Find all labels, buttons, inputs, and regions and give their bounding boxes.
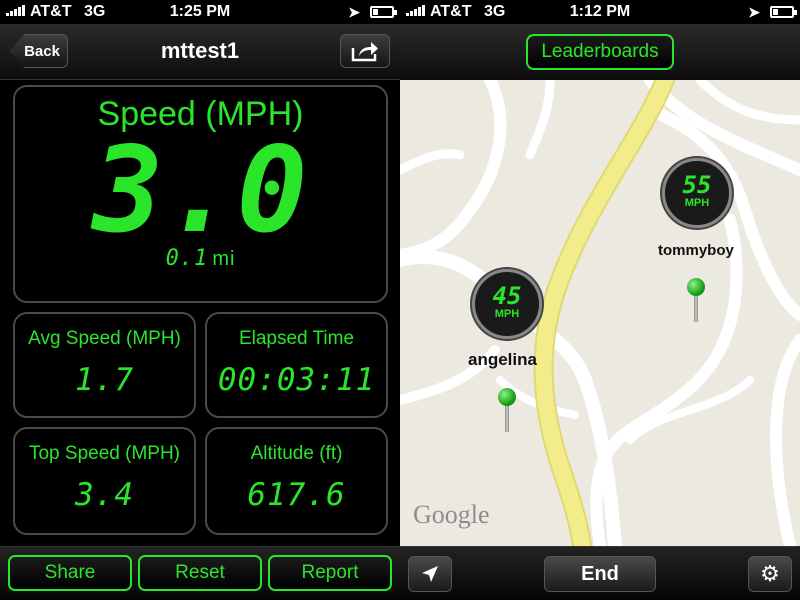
map-toolbar: End ⚙ — [400, 546, 800, 600]
gear-icon: ⚙ — [760, 561, 780, 586]
rider-speed-unit: MPH — [684, 197, 710, 209]
map-provider-logo: Google — [413, 500, 490, 529]
speed-panel: Speed (MPH) 3.0 0.1 mi — [13, 85, 388, 303]
elapsed-time-panel: Elapsed Time 00:03:11 — [205, 312, 388, 418]
rider-speed-value: 55 — [682, 171, 712, 199]
battery-icon — [370, 6, 397, 18]
location-arrow-icon — [422, 566, 438, 582]
share-arrow-icon — [351, 42, 378, 62]
status-time: 1:25 PM — [169, 3, 231, 20]
speedometer-screen: AT&T 3G 1:25 PM ➤ Back mttest1 Speed (MP… — [0, 0, 400, 600]
report-button[interactable]: Report — [268, 555, 392, 591]
navigation-bar: Back mttest1 — [0, 24, 400, 80]
top-speed-panel: Top Speed (MPH) 3.4 — [13, 427, 196, 535]
avg-speed-value: 1.7 — [75, 362, 134, 398]
share-button[interactable] — [340, 34, 390, 68]
map-roads — [400, 80, 800, 546]
distance-readout: 0.1 mi — [15, 246, 386, 271]
navigation-bar: Leaderboards — [400, 24, 800, 80]
share-session-button[interactable]: Share — [8, 555, 132, 591]
locate-me-button[interactable] — [408, 556, 452, 592]
rider-speed-unit: MPH — [494, 308, 520, 320]
battery-icon — [770, 6, 797, 18]
map-view[interactable]: 55 MPH tommyboy 45 MPH angelina Google — [400, 80, 800, 546]
location-services-icon: ➤ — [748, 4, 760, 20]
elapsed-time-label: Elapsed Time — [238, 328, 355, 349]
end-button[interactable]: End — [544, 556, 656, 592]
avg-speed-label: Avg Speed (MPH) — [28, 328, 181, 349]
avg-speed-panel: Avg Speed (MPH) 1.7 — [13, 312, 196, 418]
rider-name: tommyboy — [658, 242, 734, 259]
rider-map-pin[interactable] — [687, 278, 705, 322]
reset-button[interactable]: Reset — [138, 555, 262, 591]
elapsed-time-value: 00:03:11 — [217, 362, 376, 398]
map-screen: AT&T 3G 1:12 PM ➤ Leaderboards 55 MPH to… — [400, 0, 800, 600]
settings-button[interactable]: ⚙ — [748, 556, 792, 592]
speed-value: 3.0 — [92, 121, 309, 259]
altitude-label: Altitude (ft) — [250, 443, 343, 464]
top-speed-label: Top Speed (MPH) — [28, 443, 180, 464]
bottom-toolbar: Share Reset Report — [0, 546, 400, 600]
distance-value: 0.1 — [165, 246, 209, 271]
leaderboards-button[interactable]: Leaderboards — [526, 34, 674, 70]
top-speed-value: 3.4 — [75, 477, 134, 513]
altitude-value: 617.6 — [247, 477, 346, 513]
rider-speed-badge[interactable]: 45 MPH — [472, 269, 542, 339]
rider-name: angelina — [468, 350, 537, 369]
location-services-icon: ➤ — [348, 4, 360, 20]
rider-speed-badge[interactable]: 55 MPH — [662, 158, 732, 228]
status-time: 1:12 PM — [569, 3, 631, 20]
altitude-panel: Altitude (ft) 617.6 — [205, 427, 388, 535]
status-bar: AT&T 3G 1:25 PM ➤ — [0, 0, 400, 24]
rider-speed-value: 45 — [492, 282, 522, 310]
rider-map-pin[interactable] — [498, 388, 516, 432]
distance-unit: mi — [212, 248, 236, 270]
status-bar: AT&T 3G 1:12 PM ➤ — [400, 0, 800, 24]
